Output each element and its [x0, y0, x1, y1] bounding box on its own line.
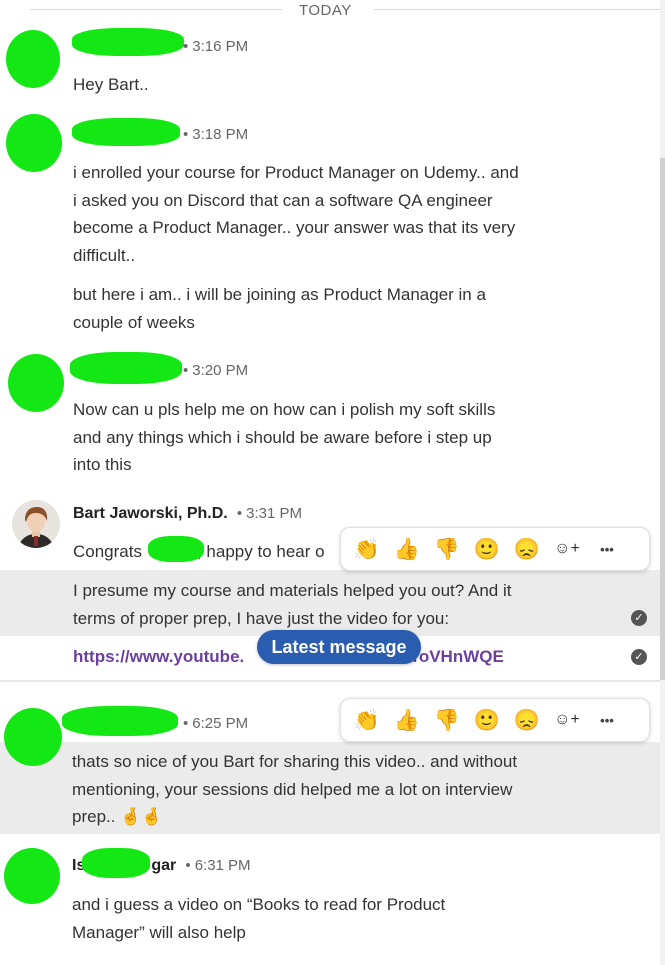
smile-icon[interactable]: 🙂: [467, 704, 507, 736]
clap-icon[interactable]: 👏: [347, 533, 387, 565]
clap-icon[interactable]: 👏: [347, 704, 387, 736]
more-options-icon[interactable]: •••: [587, 533, 627, 565]
day-divider: TODAY: [0, 0, 660, 22]
message-timestamp: 6:31 PM: [194, 857, 251, 874]
message-text: I presume my course and materials helped…: [73, 581, 512, 628]
sad-icon[interactable]: 😞: [507, 533, 547, 565]
message-timestamp: 3:31 PM: [246, 505, 303, 522]
message-timestamp: • 3:18 PM: [183, 126, 249, 143]
latest-message-button[interactable]: Latest message: [257, 630, 421, 664]
redacted-avatar[interactable]: [8, 354, 64, 412]
message-timestamp: • 3:16 PM: [183, 38, 249, 55]
portrait-icon: [12, 500, 60, 548]
thumbs-up-icon[interactable]: 👍: [387, 704, 427, 736]
message-text: Hey Bart..: [73, 75, 149, 94]
sender-name[interactable]: Bart Jaworski, Ph.D.: [73, 505, 228, 522]
add-reaction-icon[interactable]: ☺+: [547, 704, 587, 736]
message-text: Now can u pls help me on how can i polis…: [73, 400, 496, 474]
message-timestamp: • 3:20 PM: [183, 362, 249, 379]
message-text: but here i am.. i will be joining as Pro…: [73, 285, 486, 332]
redacted-sender-name[interactable]: [62, 706, 178, 736]
redacted-avatar[interactable]: [6, 30, 60, 88]
divider-line: [30, 9, 282, 10]
reaction-bar: 👏 👍 👎 🙂 😞 ☺+ •••: [340, 527, 650, 571]
thumbs-down-icon[interactable]: 👎: [427, 533, 467, 565]
thumbs-down-icon[interactable]: 👎: [427, 704, 467, 736]
message-timestamp: • 6:25 PM: [183, 715, 249, 732]
divider-line: [374, 9, 660, 10]
more-options-icon[interactable]: •••: [587, 704, 627, 736]
redacted-avatar[interactable]: [4, 848, 60, 904]
read-check-icon: ✓: [631, 610, 647, 626]
message-text: and i guess a video on “Books to read fo…: [72, 895, 446, 942]
message-text: thats so nice of you Bart for sharing th…: [72, 752, 518, 826]
message-text: i enrolled your course for Product Manag…: [73, 163, 519, 265]
bart-avatar[interactable]: [12, 500, 60, 548]
scroll-separator: [0, 680, 660, 682]
redacted-avatar[interactable]: [4, 708, 62, 766]
day-label: TODAY: [299, 2, 352, 19]
redacted-sender-name[interactable]: [72, 28, 184, 56]
redacted-sender-name[interactable]: [70, 352, 182, 384]
redacted-sender-name[interactable]: [72, 118, 180, 146]
scrollbar-thumb[interactable]: [660, 158, 665, 680]
message-header: Bart Jaworski, Ph.D. • 3:31 PM: [73, 505, 303, 522]
add-reaction-icon[interactable]: ☺+: [547, 533, 587, 565]
redacted-avatar[interactable]: [6, 114, 62, 172]
read-check-icon: ✓: [631, 649, 647, 665]
thumbs-up-icon[interactable]: 👍: [387, 533, 427, 565]
scrollbar[interactable]: [660, 0, 665, 965]
reaction-bar: 👏 👍 👎 🙂 😞 ☺+ •••: [340, 698, 650, 742]
redacted-name: [148, 536, 204, 562]
sad-icon[interactable]: 😞: [507, 704, 547, 736]
smile-icon[interactable]: 🙂: [467, 533, 507, 565]
sender-name-suffix[interactable]: gar: [151, 857, 176, 874]
redacted-sender-name[interactable]: [82, 848, 150, 878]
